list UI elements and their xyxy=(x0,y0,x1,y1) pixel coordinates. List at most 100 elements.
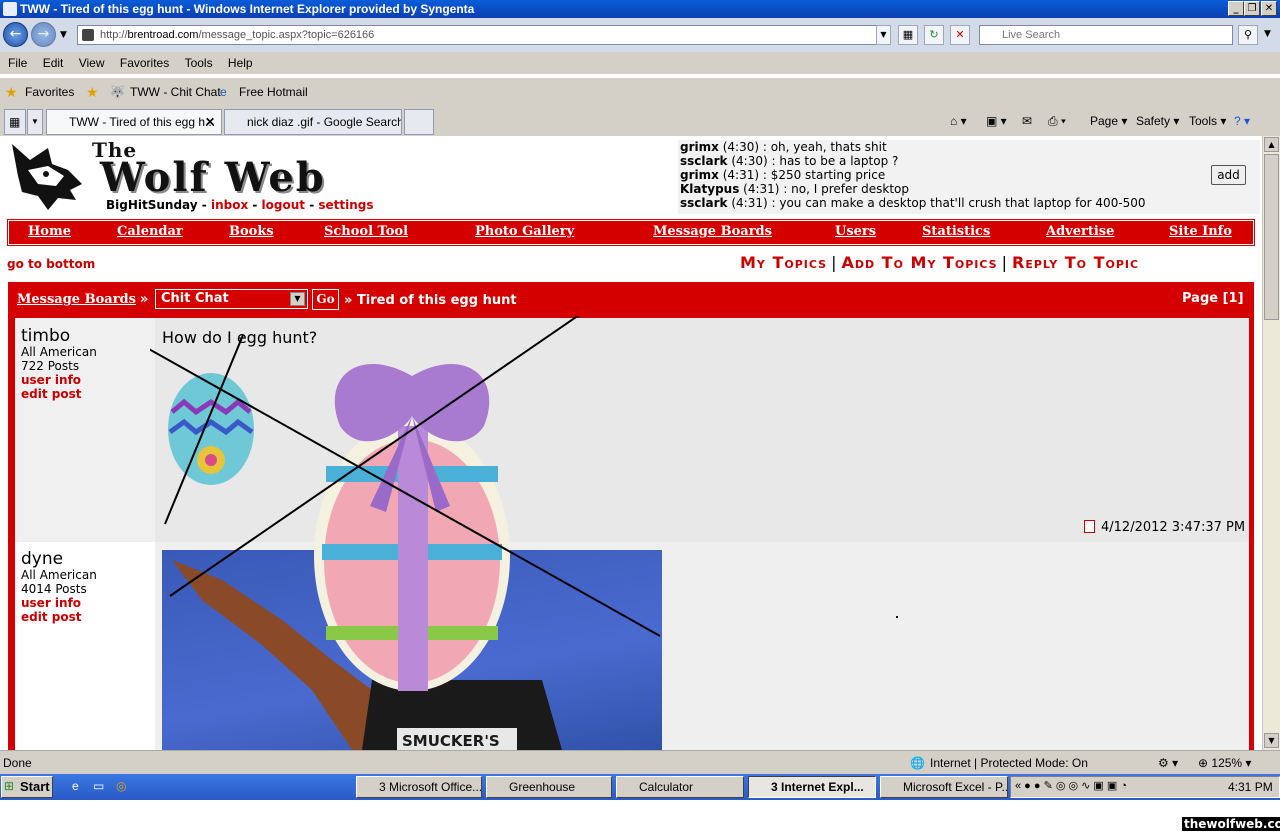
taskbar-calculator[interactable]: Calculator xyxy=(616,776,744,798)
status-text: Done xyxy=(3,756,32,770)
nav-school-tool[interactable]: School Tool xyxy=(324,224,408,239)
help-icon[interactable]: ? ▾ xyxy=(1234,112,1250,130)
nav-statistics[interactable]: Statistics xyxy=(922,224,990,239)
forward-button[interactable]: → xyxy=(31,22,56,47)
favorite-link-hotmail[interactable]: Free Hotmail xyxy=(239,78,308,106)
nav-users[interactable]: Users xyxy=(835,224,876,239)
status-bar: Done 🌐 Internet | Protected Mode: On ⚙ ▾… xyxy=(0,750,1280,774)
favorites-button[interactable]: Favorites xyxy=(25,78,74,106)
site-favicon-icon xyxy=(82,29,94,41)
quick-tabs-icon[interactable]: ▦ xyxy=(4,109,26,135)
menu-tools[interactable]: Tools xyxy=(185,56,213,70)
topic-title: » Tired of this egg hunt xyxy=(344,293,517,308)
tab-active-label: TWW - Tired of this egg h... xyxy=(69,115,216,129)
history-dropdown-icon[interactable]: ▼ xyxy=(60,30,67,40)
shout-row: ssclark (4:30) : has to be a laptop ? xyxy=(680,154,899,168)
reply-to-topic-link[interactable]: Reply To Topic xyxy=(1012,253,1139,272)
watermark: thewolfweb.com xyxy=(1182,817,1280,831)
maximize-button[interactable]: ❐ xyxy=(1244,1,1260,16)
quicklaunch-ie-icon[interactable]: e xyxy=(72,779,79,793)
post-permalink-icon[interactable] xyxy=(1084,520,1095,533)
compat-view-icon[interactable]: ▦ xyxy=(898,25,918,45)
new-tab-button[interactable] xyxy=(404,109,434,135)
menu-file[interactable]: File xyxy=(8,56,27,70)
tray-icons[interactable]: « ● ● ✎ ◎ ◎ ∿ ▣ ▣ ◔ xyxy=(1015,779,1127,792)
taskbar: Start ⊞ e ▭ ◎ 3 Microsoft Office... Gree… xyxy=(0,774,1280,800)
logo-wolf-web: Wolf Web xyxy=(100,154,326,201)
tools-menu[interactable]: Tools ▾ xyxy=(1189,112,1226,130)
tab-list-icon[interactable]: ▼ xyxy=(27,109,43,135)
add-shout-button[interactable]: add xyxy=(1211,165,1246,185)
print-icon[interactable]: ⎙ ▾ xyxy=(1048,112,1066,130)
inbox-link[interactable]: inbox xyxy=(211,198,248,212)
stop-icon[interactable]: ✕ xyxy=(950,25,970,45)
nav-advertise[interactable]: Advertise xyxy=(1046,224,1114,239)
logout-link[interactable]: logout xyxy=(262,198,305,212)
search-options-icon[interactable]: ▼ xyxy=(1264,29,1271,39)
minimize-button[interactable]: _ xyxy=(1228,1,1244,16)
user-info-link[interactable]: user info xyxy=(21,373,81,387)
favorites-star-icon: ★ xyxy=(5,84,18,100)
nav-site-info[interactable]: Site Info xyxy=(1169,224,1232,239)
back-button[interactable]: ← xyxy=(3,22,28,47)
quicklaunch-app-icon[interactable]: ◎ xyxy=(116,779,126,793)
taskbar-greenhouse[interactable]: Greenhouse xyxy=(486,776,612,798)
breadcrumb-message-boards[interactable]: Message Boards xyxy=(17,292,136,307)
menu-edit[interactable]: Edit xyxy=(43,56,64,70)
add-to-my-topics-link[interactable]: Add To My Topics xyxy=(841,253,997,272)
page-menu[interactable]: Page ▾ xyxy=(1090,112,1127,130)
read-mail-icon[interactable]: ✉ xyxy=(1022,112,1032,130)
shoutbox: grimx (4:30) : oh, yeah, thats shit sscl… xyxy=(678,140,1260,214)
menu-favorites[interactable]: Favorites xyxy=(120,56,169,70)
nav-books[interactable]: Books xyxy=(229,224,274,239)
scroll-down-icon[interactable]: ▼ xyxy=(1264,733,1279,748)
easter-egg-image xyxy=(150,316,661,691)
taskbar-office[interactable]: 3 Microsoft Office... xyxy=(356,776,482,798)
search-go-icon[interactable]: ⚲ xyxy=(1238,25,1258,45)
protected-mode-icon[interactable]: ⚙ ▾ xyxy=(1158,751,1178,775)
scroll-up-icon[interactable]: ▲ xyxy=(1264,137,1279,152)
close-tab-icon[interactable]: ✕ xyxy=(205,115,215,129)
menu-help[interactable]: Help xyxy=(228,56,253,70)
add-favorite-icon[interactable]: ★ xyxy=(86,78,99,106)
safety-menu[interactable]: Safety ▾ xyxy=(1136,112,1179,130)
search-placeholder: Live Search xyxy=(1002,29,1061,41)
home-icon[interactable]: ⌂ ▾ xyxy=(950,112,967,130)
quicklaunch-desktop-icon[interactable]: ▭ xyxy=(93,779,104,793)
tab-active[interactable]: TWW - Tired of this egg h... xyxy=(46,109,222,135)
user-info-link[interactable]: user info xyxy=(21,596,81,610)
zoom-control[interactable]: ⊕ 125% ▾ xyxy=(1198,751,1251,775)
post-author[interactable]: dyne xyxy=(21,549,63,569)
tab-google[interactable]: nick diaz .gif - Google Search xyxy=(224,109,402,135)
search-input[interactable]: Live Search xyxy=(979,25,1233,45)
nav-home[interactable]: Home xyxy=(28,224,71,239)
scroll-thumb[interactable] xyxy=(1264,154,1279,320)
feeds-icon[interactable]: ▣ ▾ xyxy=(986,112,1007,130)
favorite-link-chit-chat[interactable]: TWW - Chit Chat xyxy=(130,78,221,106)
taskbar-internet-explorer[interactable]: 3 Internet Expl... xyxy=(748,776,876,798)
taskbar-excel[interactable]: Microsoft Excel - P... xyxy=(880,776,1008,798)
post-author[interactable]: timbo xyxy=(21,326,70,346)
menu-view[interactable]: View xyxy=(79,56,105,70)
nav-message-boards[interactable]: Message Boards xyxy=(653,224,772,239)
nav-photo-gallery[interactable]: Photo Gallery xyxy=(475,224,574,239)
address-dropdown-icon[interactable]: ▼ xyxy=(876,25,891,45)
forum-select[interactable]: Chit Chat ▼ xyxy=(155,289,308,309)
close-window-button[interactable]: ✕ xyxy=(1261,1,1277,16)
page-indicator: Page [1] xyxy=(1182,291,1244,306)
go-to-bottom-link[interactable]: go to bottom xyxy=(7,257,95,271)
url-host: brentroad.com xyxy=(127,29,199,41)
settings-link[interactable]: settings xyxy=(318,198,373,212)
edit-post-link[interactable]: edit post xyxy=(21,387,81,401)
wolf-logo-icon xyxy=(12,144,82,210)
my-topics-link[interactable]: My Topics xyxy=(740,253,827,272)
clock[interactable]: 4:31 PM xyxy=(1228,777,1273,797)
address-field[interactable]: http://brentroad.com/message_topic.aspx?… xyxy=(77,25,891,45)
refresh-icon[interactable]: ↻ xyxy=(924,25,944,45)
go-button[interactable]: Go xyxy=(312,289,339,310)
nav-calendar[interactable]: Calendar xyxy=(117,224,183,239)
edit-post-link[interactable]: edit post xyxy=(21,610,81,624)
post-author-count: 4014 Posts xyxy=(21,582,87,596)
post-author-rank: All American xyxy=(21,568,97,582)
vertical-scrollbar[interactable]: ▲ ▼ xyxy=(1262,136,1280,750)
